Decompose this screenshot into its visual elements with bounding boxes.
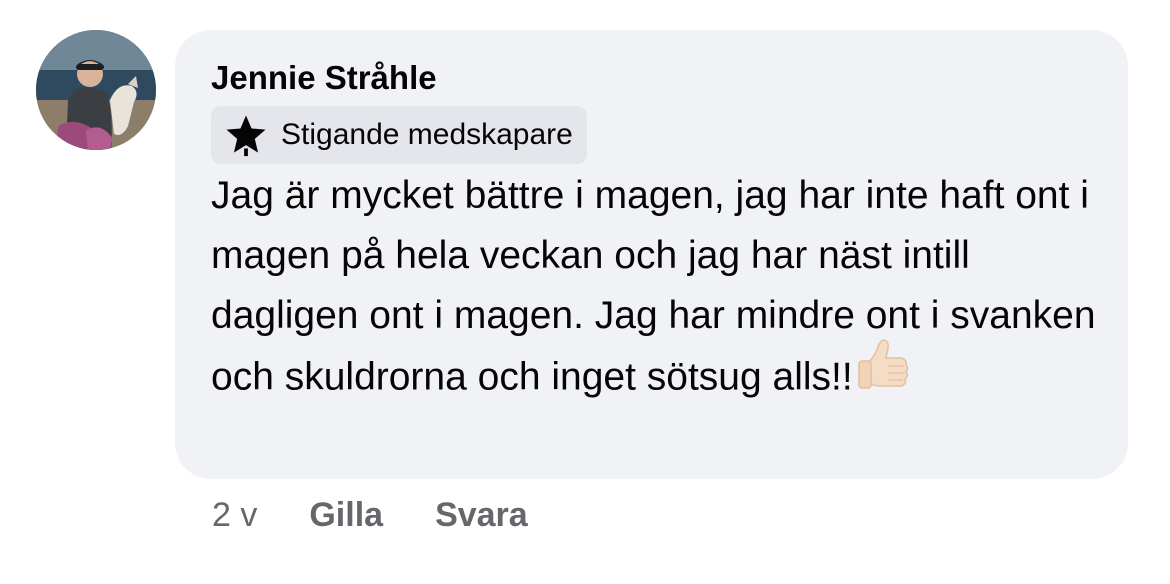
avatar-photo xyxy=(36,30,156,150)
contributor-badge[interactable]: Stigande medskapare xyxy=(211,106,587,164)
avatar[interactable] xyxy=(36,30,156,150)
comment-body: Jag är mycket bättre i magen, jag har in… xyxy=(211,166,1111,412)
thumbs-up-icon xyxy=(855,336,911,412)
comment-timestamp[interactable]: 2 v xyxy=(212,496,257,535)
like-button[interactable]: Gilla xyxy=(309,496,383,535)
reply-button[interactable]: Svara xyxy=(435,496,528,535)
comment-text: Jag är mycket bättre i magen, jag har in… xyxy=(211,174,1096,399)
badge-label: Stigande medskapare xyxy=(281,118,573,151)
star-icon xyxy=(226,115,266,157)
comment-actions: 2 v Gilla Svara xyxy=(212,496,580,535)
comment-author[interactable]: Jennie Stråhle xyxy=(211,58,1098,98)
comment-bubble: Jennie Stråhle Stigande medskapare Jag ä… xyxy=(175,30,1128,479)
